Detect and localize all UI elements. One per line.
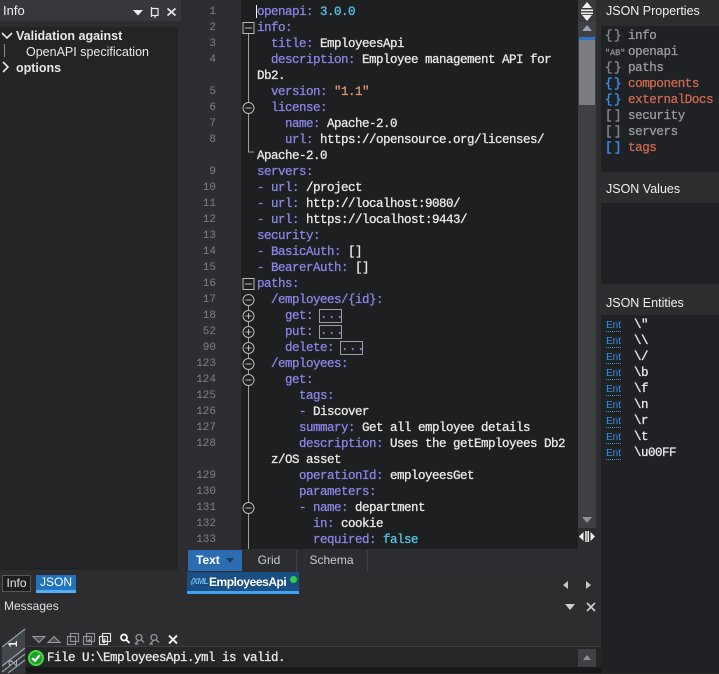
svg-text:2: 2	[8, 660, 20, 666]
svg-text:1: 1	[8, 640, 20, 647]
